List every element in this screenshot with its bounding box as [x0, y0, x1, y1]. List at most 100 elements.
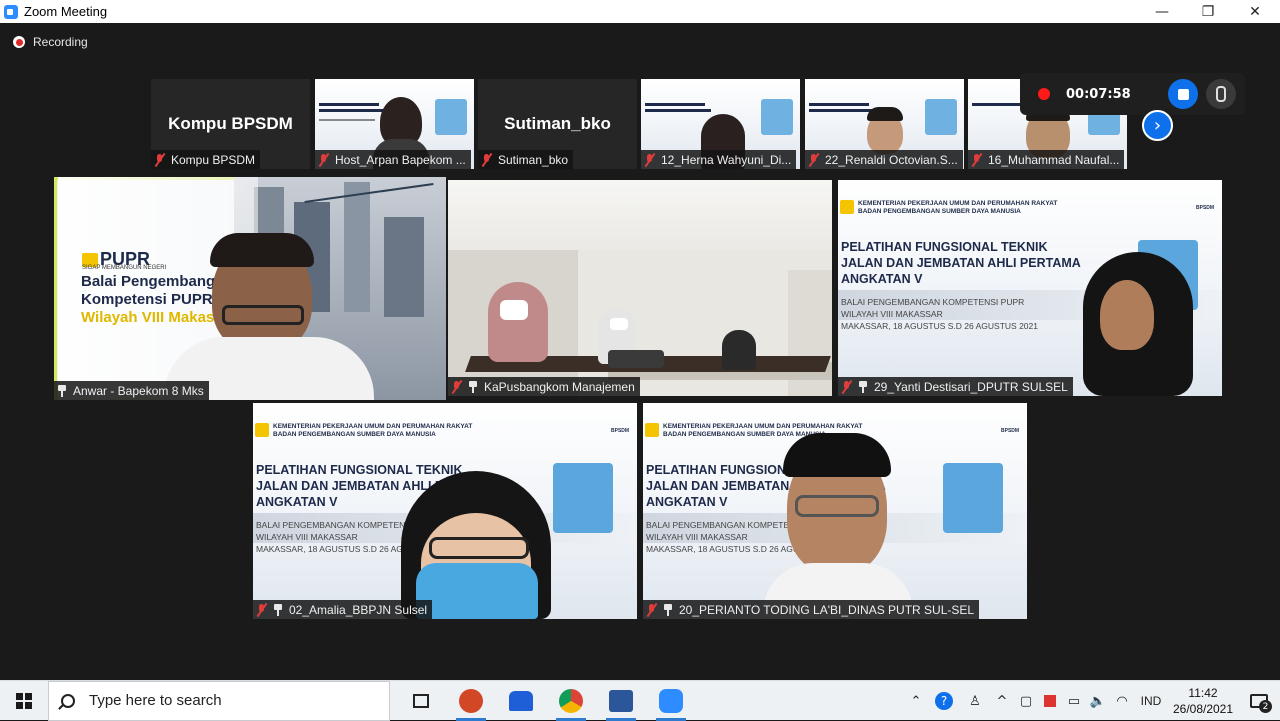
participant-display-name: Kompu BPSDM [168, 114, 293, 133]
participant-video-3 [722, 330, 756, 370]
display-icon[interactable]: ▢ [1014, 681, 1038, 721]
malwarebytes-icon [509, 690, 533, 711]
taskbar-chrome[interactable] [546, 681, 596, 721]
clock-time: 11:42 [1188, 686, 1218, 700]
chrome-icon [559, 688, 583, 713]
slide-ministry-1: KEMENTERIAN PEKERJAAN UMUM DAN PERUMAHAN… [858, 200, 1058, 207]
slide-ministry-1: KEMENTERIAN PEKERJAAN UMUM DAN PERUMAHAN… [663, 423, 863, 430]
participant-display-name: Sutiman_bko [504, 114, 611, 133]
slide-line-2: Kompetensi PUPR [81, 291, 213, 308]
participant-name-label: 12_Herna Wahyuni_Di... [641, 150, 797, 169]
system-tray: ⌃ ? ♙ ^ ▢ ▭ 🔈 ◠ IND 11:42 26/08/2021 2 [904, 681, 1280, 721]
pupr-tagline: SIGAP MEMBANGUN NEGERI [82, 265, 167, 271]
maximize-button[interactable]: ❐ [1185, 0, 1231, 23]
slide-ministry-2: BADAN PENGEMBANGAN SUMBER DAYA MANUSIA [858, 208, 1021, 215]
mic-muted-icon [808, 153, 820, 167]
slide-line-1: Balai Pengembangan [81, 273, 233, 290]
zoom-icon [659, 688, 683, 713]
task-view-button[interactable] [396, 681, 446, 721]
windows-taskbar: ⌃ ? ♙ ^ ▢ ▭ 🔈 ◠ IND 11:42 26/08/2021 2 [0, 680, 1280, 721]
scroll-arrows-icon[interactable]: ⌃ [904, 681, 928, 721]
search-input[interactable] [89, 692, 339, 709]
taskbar-malwarebytes[interactable] [496, 681, 546, 721]
recording-indicator[interactable]: Recording [13, 35, 88, 49]
slide-title-1: PELATIHAN FUNGSIONAL TEKNIK [256, 463, 463, 477]
mic-muted-icon [451, 380, 463, 394]
pin-icon [468, 380, 478, 393]
network-icon[interactable]: ◠ [1110, 681, 1134, 721]
slide-ministry-1: KEMENTERIAN PEKERJAAN UMUM DAN PERUMAHAN… [273, 423, 473, 430]
slide-sub-2: WILAYAH VIII MAKASSAR [646, 532, 748, 542]
participant-tile-renaldi[interactable]: 22_Renaldi Octovian.S... [805, 79, 964, 169]
recording-dot-icon [1038, 88, 1050, 100]
next-page-button[interactable]: › [1142, 110, 1173, 141]
slide-title-3: ANGKATAN V [646, 495, 728, 509]
participant-name-label: KaPusbangkom Manajemen [448, 377, 640, 396]
mic-muted-icon [841, 380, 853, 394]
window-title: Zoom Meeting [24, 4, 108, 19]
face-mask [416, 563, 538, 619]
participant-tile-herna[interactable]: 12_Herna Wahyuni_Di... [641, 79, 800, 169]
volume-icon[interactable]: 🔈 [1086, 681, 1110, 721]
participant-tile-kapusbangkom[interactable]: KaPusbangkom Manajemen [448, 180, 832, 396]
pin-icon [663, 603, 673, 616]
bpsdm-logo: BPSDM [1001, 428, 1020, 434]
start-button[interactable] [0, 681, 48, 721]
microphone-button[interactable] [1206, 79, 1236, 109]
minimize-button[interactable]: — [1139, 0, 1185, 23]
slide-sub-1: BALAI PENGEMBANGAN KOMPETENSI PUPR [841, 297, 1025, 307]
participant-name-label: 29_Yanti Destisari_DPUTR SULSEL [838, 377, 1073, 396]
participant-tile-kompu[interactable]: Kompu BPSDM Kompu BPSDM [151, 79, 310, 169]
mic-muted-icon [971, 153, 983, 167]
participant-tile-perianto[interactable]: KEMENTERIAN PEKERJAAN UMUM DAN PERUMAHAN… [643, 403, 1027, 619]
taskbar-powerpoint[interactable] [446, 681, 496, 721]
participant-name: 20_PERIANTO TODING LA'BI_DINAS PUTR SUL-… [679, 602, 975, 617]
participant-name-label: Sutiman_bko [478, 150, 574, 169]
participant-name: Kompu BPSDM [171, 152, 256, 167]
participant-name: 29_Yanti Destisari_DPUTR SULSEL [874, 379, 1068, 394]
notification-count: 2 [1259, 700, 1272, 713]
task-view-icon [413, 693, 429, 708]
mic-muted-icon [256, 603, 268, 617]
taskbar-word[interactable] [596, 681, 646, 721]
stop-recording-button[interactable] [1168, 79, 1198, 109]
participant-name: 02_Amalia_BBPJN Sulsel [289, 602, 428, 617]
slide-title-2: JALAN DAN JEMBATAN AHLI PERTAMA [841, 256, 1081, 270]
participant-name-label: Host_Arpan Bapekom ... [315, 150, 471, 169]
participant-name-label: Kompu BPSDM [151, 150, 261, 169]
close-button[interactable]: ✕ [1232, 0, 1278, 23]
help-icon[interactable]: ? [928, 681, 960, 721]
participant-tile-yanti[interactable]: KEMENTERIAN PEKERJAAN UMUM DAN PERUMAHAN… [838, 180, 1222, 396]
chevron-right-icon: › [1153, 115, 1162, 136]
participant-tile-sutiman[interactable]: Sutiman_bko Sutiman_bko [478, 79, 637, 169]
participant-name-label: 16_Muhammad Naufal... [968, 150, 1125, 169]
bpsdm-logo: BPSDM [611, 428, 630, 434]
participant-name-label: 02_Amalia_BBPJN Sulsel [253, 600, 433, 619]
word-icon [609, 689, 633, 712]
participant-tile-anwar[interactable]: PUPR SIGAP MEMBANGUN NEGERI Balai Pengem… [54, 177, 446, 400]
participant-tile-host-arpan[interactable]: Host_Arpan Bapekom ... [315, 79, 474, 169]
participant-name: 12_Herna Wahyuni_Di... [661, 152, 792, 167]
notifications-button[interactable]: 2 [1238, 681, 1280, 721]
recording-label: Recording [33, 35, 88, 49]
language-indicator[interactable]: IND [1134, 681, 1168, 721]
taskbar-zoom[interactable] [646, 681, 696, 721]
gift-icon[interactable] [1038, 681, 1062, 721]
slide-title-1: PELATIHAN FUNGSIONAL TEKNIK [841, 240, 1048, 254]
participant-face [1100, 280, 1154, 350]
windows-logo-icon [16, 692, 32, 709]
taskbar-search[interactable] [48, 680, 390, 721]
show-hidden-icons[interactable]: ^ [990, 681, 1014, 721]
battery-icon[interactable]: ▭ [1062, 681, 1086, 721]
mic-muted-icon [318, 153, 330, 167]
people-icon[interactable]: ♙ [960, 681, 990, 721]
window-titlebar: Zoom Meeting — ❐ ✕ [0, 0, 1280, 23]
participant-name: 22_Renaldi Octovian.S... [825, 152, 958, 167]
taskbar-clock[interactable]: 11:42 26/08/2021 [1168, 685, 1238, 717]
mic-muted-icon [646, 603, 658, 617]
search-icon [61, 693, 75, 708]
slide-sub-3: MAKASSAR, 18 AGUSTUS S.D 26 AGUSTUS 2021 [841, 321, 1038, 331]
participant-tile-amalia[interactable]: KEMENTERIAN PEKERJAAN UMUM DAN PERUMAHAN… [253, 403, 637, 619]
meeting-timer: 00:07:58 [1066, 86, 1131, 102]
participant-name-label: 20_PERIANTO TODING LA'BI_DINAS PUTR SUL-… [643, 600, 980, 619]
